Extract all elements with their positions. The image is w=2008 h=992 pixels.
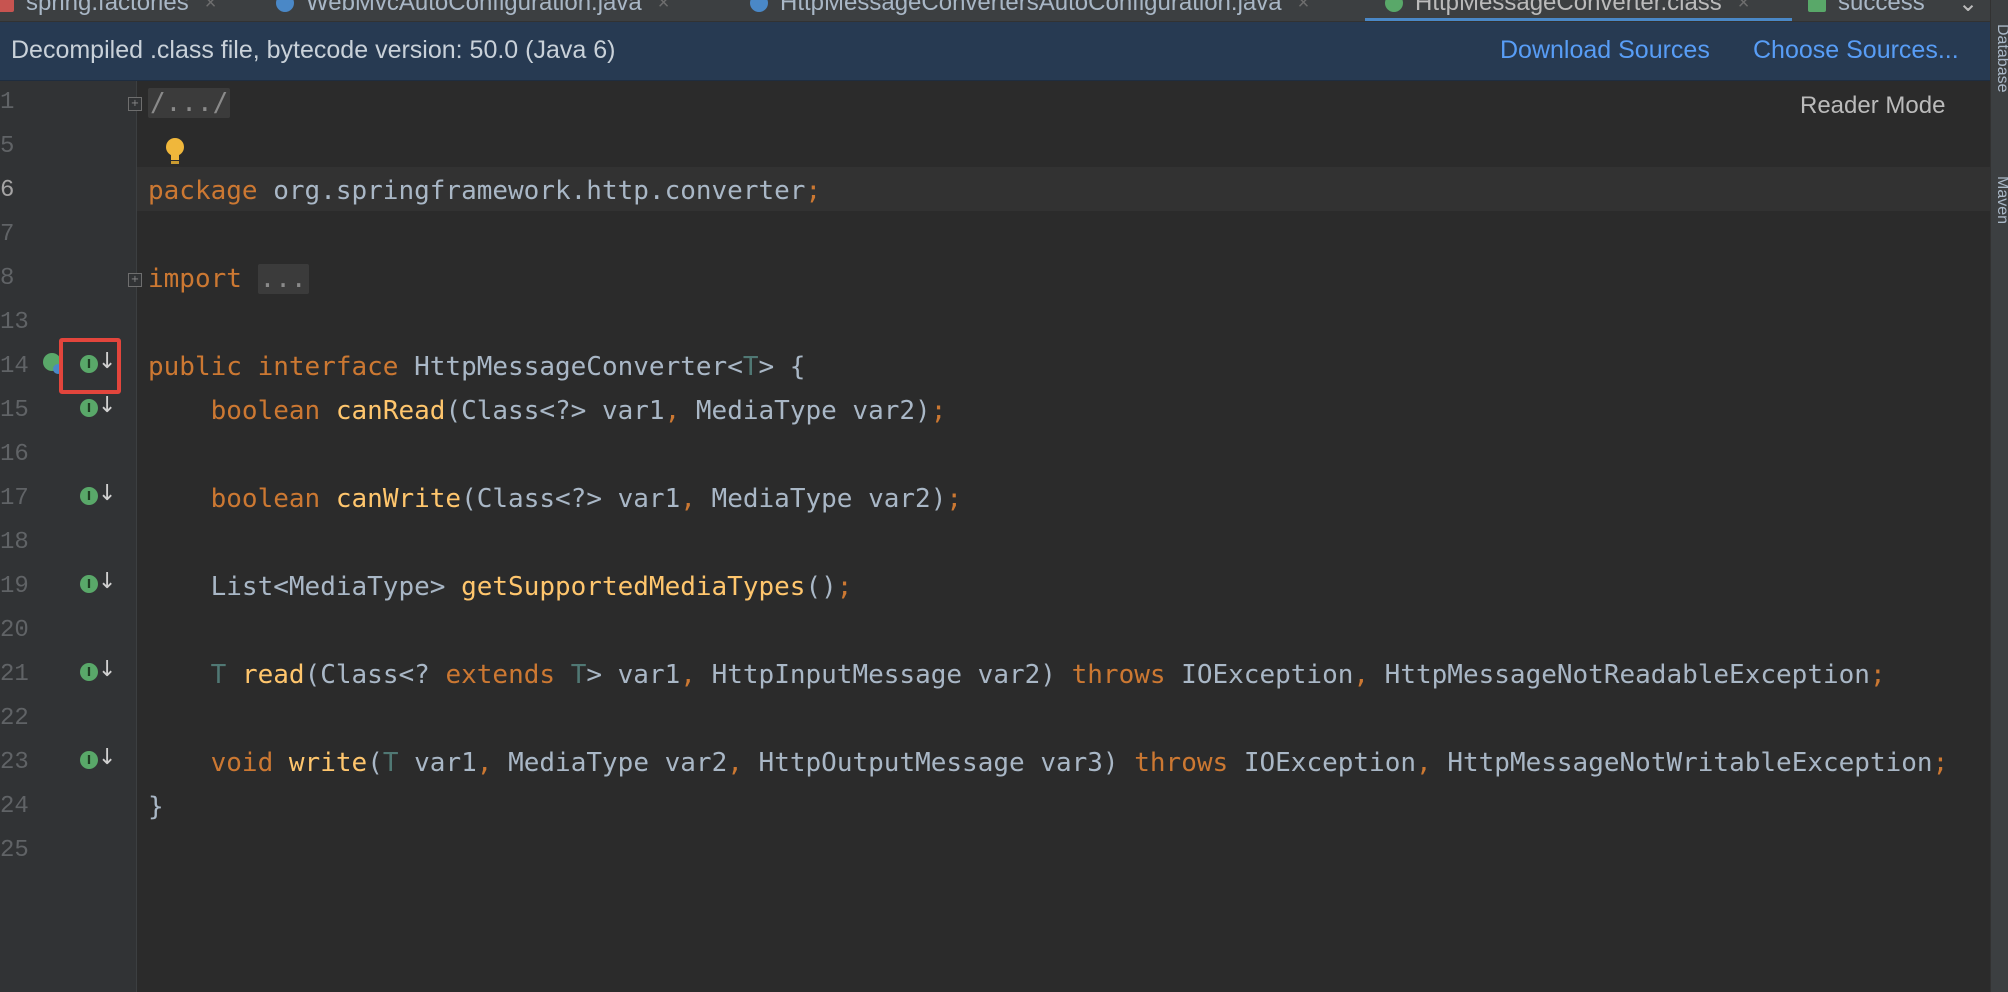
download-sources-link[interactable]: Download Sources xyxy=(1500,36,1710,65)
code-text: /.../ xyxy=(148,81,231,125)
tab-label: spring.factories xyxy=(26,0,189,16)
annotation-highlight-box xyxy=(59,338,121,394)
tab-label: HttpMessageConvertersAutoConfiguration.j… xyxy=(780,0,1282,16)
html-file-icon xyxy=(1808,0,1826,12)
line-number: 7 xyxy=(0,221,15,248)
code-line: 24 } xyxy=(0,785,2008,829)
line-number: 20 xyxy=(0,617,29,644)
decompiled-banner: Decompiled .class file, bytecode version… xyxy=(0,22,1990,81)
implementations-icon[interactable]: I ↓ xyxy=(78,481,116,511)
code-line: 5 xyxy=(0,125,2008,169)
close-tab-icon[interactable]: × xyxy=(658,0,670,15)
code-line: 8 import ... xyxy=(0,257,2008,301)
line-number: 23 xyxy=(0,749,29,776)
line-number: 21 xyxy=(0,661,29,688)
line-number: 24 xyxy=(0,793,29,820)
code-line: 16 xyxy=(0,433,2008,477)
tab-label: HttpMessageConverter.class xyxy=(1415,0,1722,16)
tab-label: success xyxy=(1838,0,1925,16)
line-number: 5 xyxy=(0,133,15,160)
implementations-icon[interactable]: I ↓ xyxy=(78,569,116,599)
lightbulb-icon[interactable] xyxy=(163,136,187,168)
code-line: 20 xyxy=(0,609,2008,653)
tab-httpmessageconverter-class[interactable]: HttpMessageConverter.class × xyxy=(1385,0,1749,18)
line-number: 1 xyxy=(0,89,15,116)
fold-toggle-icon[interactable]: + xyxy=(128,273,142,287)
tab-webmvc-autoconfiguration[interactable]: WebMvcAutoConfiguration.java × xyxy=(276,0,669,18)
class-file-icon xyxy=(750,0,768,12)
line-number: 16 xyxy=(0,441,29,468)
code-line: 23 void write(T var1, MediaType var2, Ht… xyxy=(0,741,2008,785)
code-line: 14 public interface HttpMessageConverter… xyxy=(0,345,2008,389)
line-number: 15 xyxy=(0,397,29,424)
code-text: boolean canWrite(Class<?> var1, MediaTyp… xyxy=(210,484,963,514)
implementations-icon[interactable]: I ↓ xyxy=(78,657,116,687)
line-number: 19 xyxy=(0,573,29,600)
close-tab-icon[interactable]: × xyxy=(1298,0,1310,15)
folded-header-comment[interactable]: /.../ xyxy=(148,88,231,118)
code-line: 22 xyxy=(0,697,2008,741)
code-line: 19 List<MediaType> getSupportedMediaType… xyxy=(0,565,2008,609)
interface-file-icon xyxy=(1385,0,1403,12)
tab-httpmessageconverters-autoconfiguration[interactable]: HttpMessageConvertersAutoConfiguration.j… xyxy=(750,0,1309,18)
line-number: 18 xyxy=(0,529,29,556)
line-number: 25 xyxy=(0,837,29,864)
code-line: 18 xyxy=(0,521,2008,565)
code-text: void write(T var1, MediaType var2, HttpO… xyxy=(210,748,1949,778)
file-icon xyxy=(0,0,14,12)
implementations-icon[interactable]: I ↓ xyxy=(78,745,116,775)
editor-tab-bar: spring.factories × WebMvcAutoConfigurati… xyxy=(0,0,1990,22)
fold-toggle-icon[interactable]: + xyxy=(128,97,142,111)
banner-message: Decompiled .class file, bytecode version… xyxy=(11,36,616,64)
code-line: 15 boolean canRead(Class<?> var1, MediaT… xyxy=(0,389,2008,433)
implementations-icon[interactable]: I ↓ xyxy=(78,393,116,423)
tab-label: WebMvcAutoConfiguration.java xyxy=(306,0,642,16)
code-line: 25 xyxy=(0,829,2008,873)
code-text: import ... xyxy=(148,264,309,294)
tab-success[interactable]: success xyxy=(1808,0,1925,18)
close-tab-icon[interactable]: × xyxy=(1738,0,1750,15)
code-line: 13 xyxy=(0,301,2008,345)
code-line: 7 xyxy=(0,213,2008,257)
code-text: } xyxy=(148,792,164,822)
code-line: 17 boolean canWrite(Class<?> var1, Media… xyxy=(0,477,2008,521)
code-line: 6 package org.springframework.http.conve… xyxy=(0,169,2008,213)
code-text: List<MediaType> getSupportedMediaTypes()… xyxy=(210,572,853,602)
code-line: 1 /.../ xyxy=(0,81,2008,125)
line-number: 14 xyxy=(0,353,29,380)
code-line: 21 T read(Class<? extends T> var1, HttpI… xyxy=(0,653,2008,697)
line-number: 13 xyxy=(0,309,29,336)
line-number: 6 xyxy=(0,177,15,204)
code-text: boolean canRead(Class<?> var1, MediaType… xyxy=(210,396,947,426)
line-number: 8 xyxy=(0,265,15,292)
line-number: 17 xyxy=(0,485,29,512)
folded-imports[interactable]: ... xyxy=(257,264,309,294)
tab-spring-factories[interactable]: spring.factories × xyxy=(0,0,216,18)
code-text: public interface HttpMessageConverter<T>… xyxy=(148,352,806,382)
code-text: package org.springframework.http.convert… xyxy=(148,176,822,206)
class-file-icon xyxy=(276,0,294,12)
line-number: 22 xyxy=(0,705,29,732)
tab-overflow-chevron-icon[interactable]: ⌄ xyxy=(1958,0,1978,18)
choose-sources-link[interactable]: Choose Sources... xyxy=(1753,36,1959,65)
code-text: T read(Class<? extends T> var1, HttpInpu… xyxy=(210,660,1886,690)
close-tab-icon[interactable]: × xyxy=(205,0,217,15)
